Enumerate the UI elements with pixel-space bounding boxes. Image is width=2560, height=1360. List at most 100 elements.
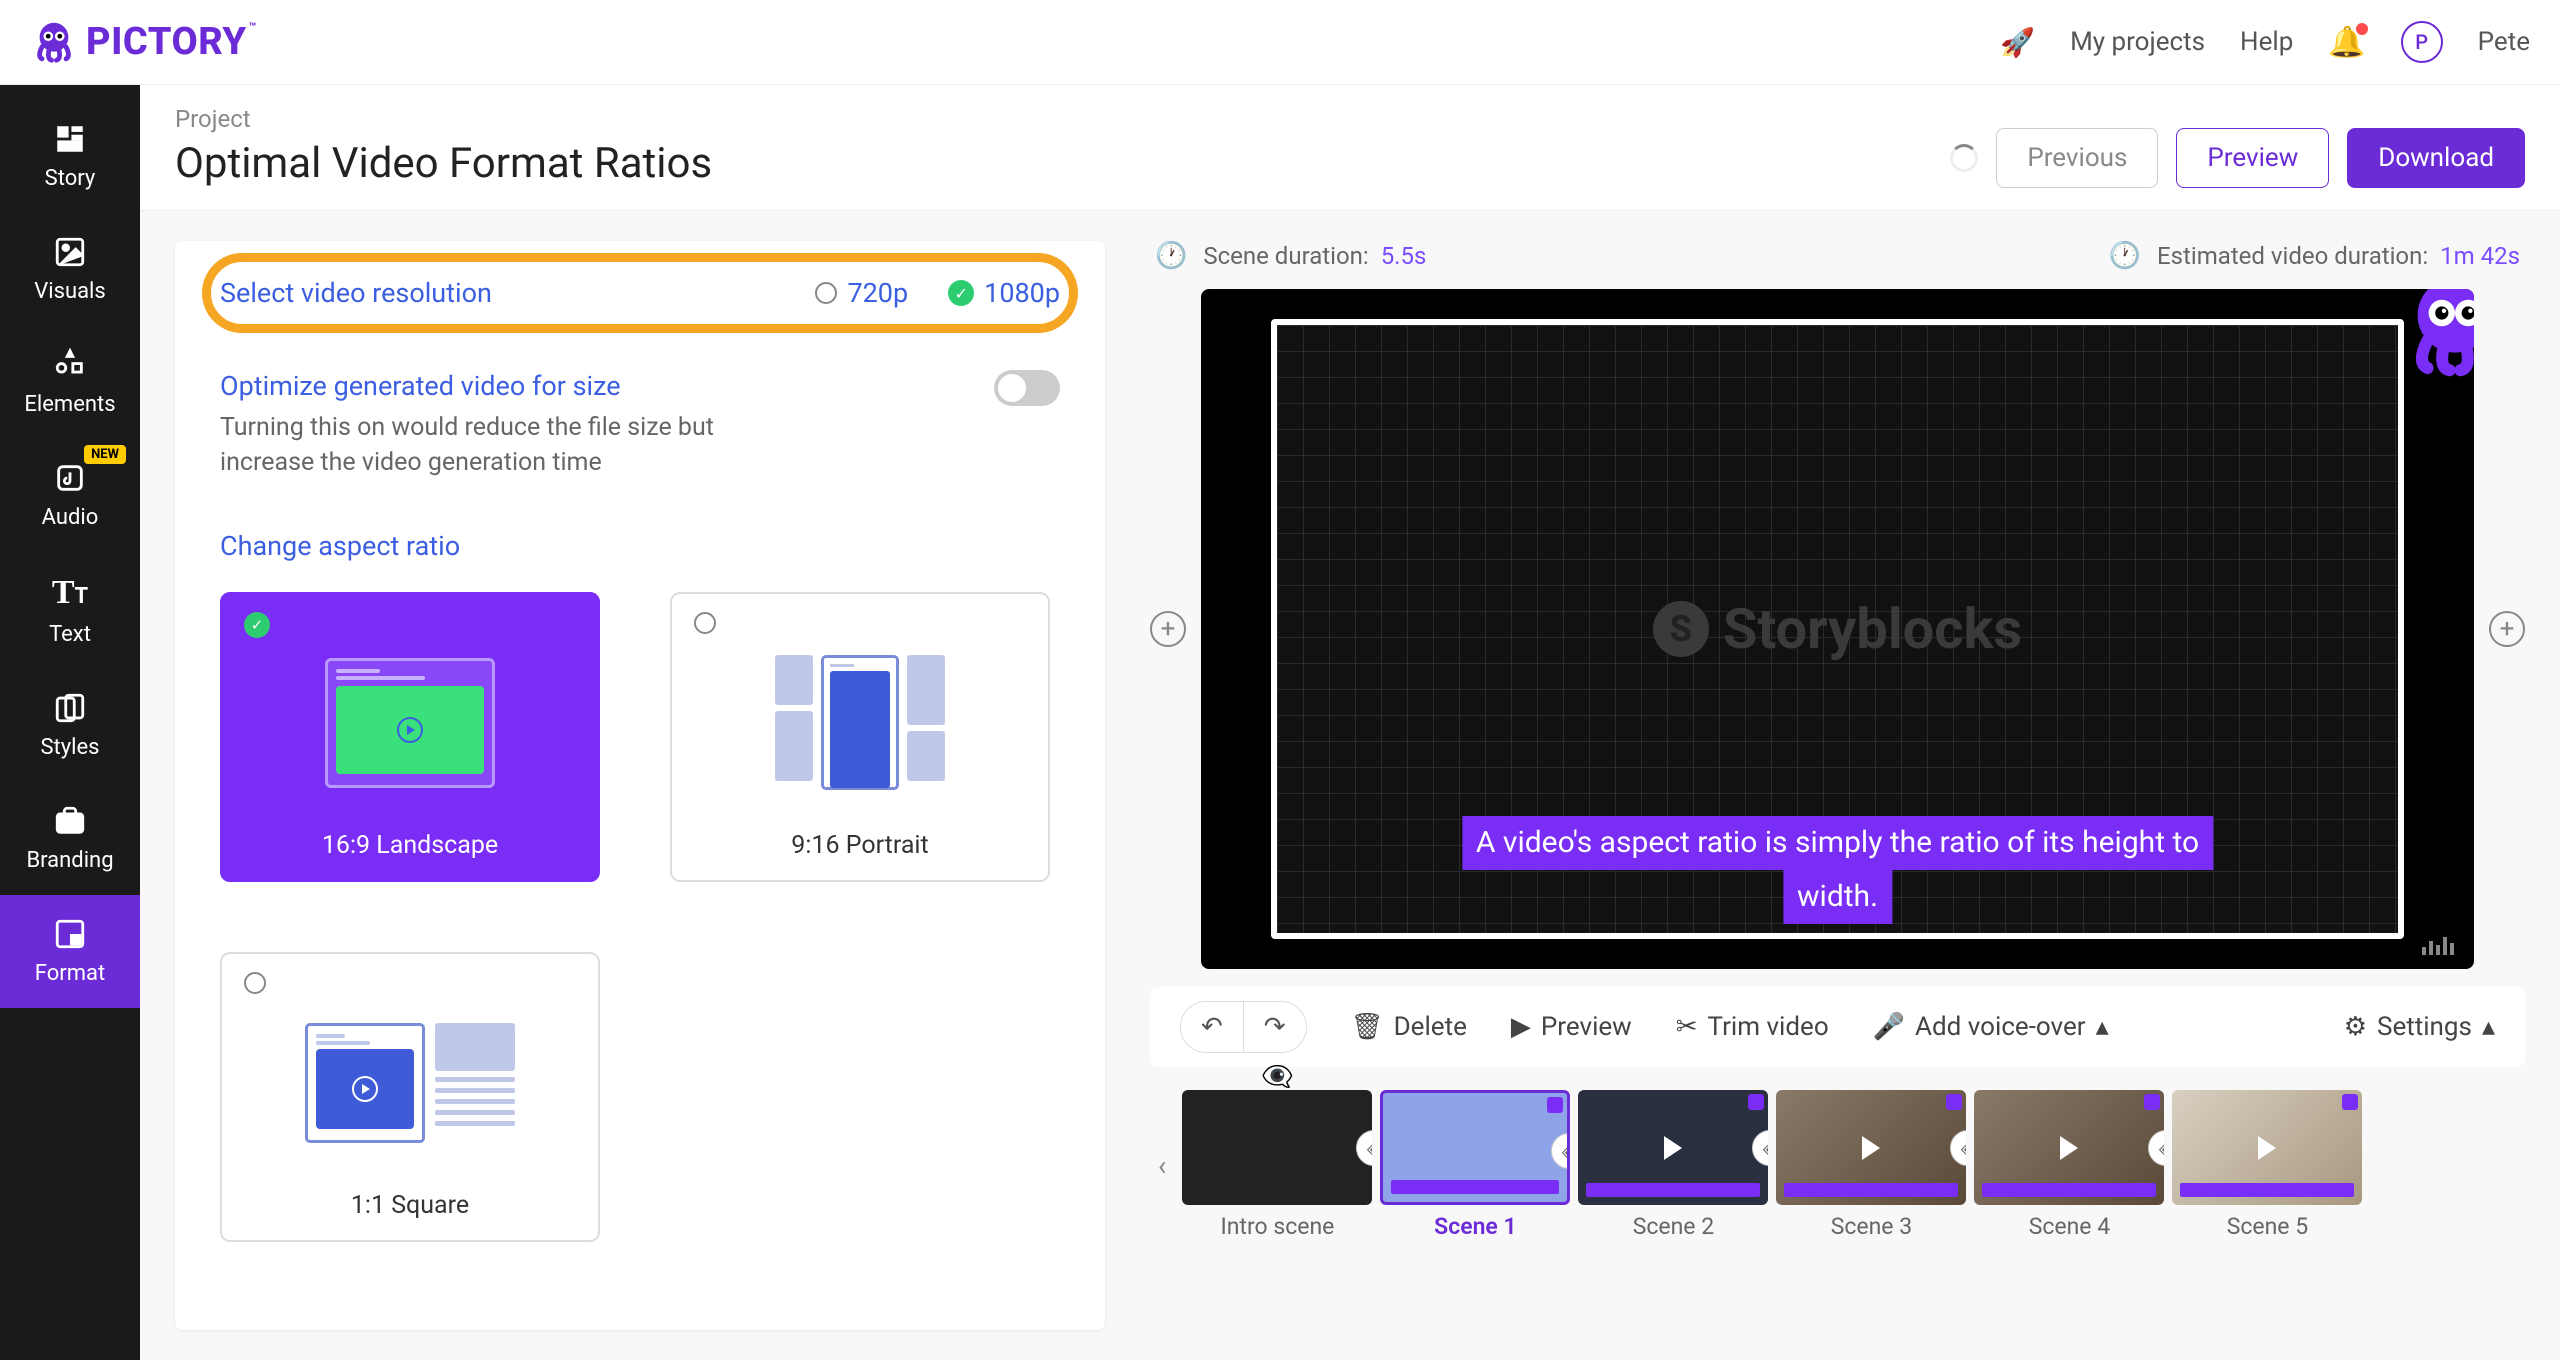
my-projects-link[interactable]: My projects bbox=[2070, 27, 2205, 57]
preview-area: 🕐 Scene duration: 5.5s 🕐 Estimated video… bbox=[1150, 241, 2525, 1330]
radio-unchecked-icon bbox=[815, 282, 837, 304]
scene-label: Scene 5 bbox=[2227, 1213, 2308, 1240]
sidebar-item-audio[interactable]: NEW Audio bbox=[0, 439, 140, 552]
layers-icon[interactable]: ◈ bbox=[1950, 1130, 1966, 1166]
sidebar-item-format[interactable]: Format bbox=[0, 895, 140, 1008]
sidebar: Story Visuals Elements NEW Audio TT Text… bbox=[0, 85, 140, 1360]
check-icon: ✓ bbox=[244, 612, 270, 638]
mic-icon: 🎤 bbox=[1873, 1012, 1905, 1042]
notification-dot bbox=[2356, 23, 2368, 35]
scissors-icon: ✂ bbox=[1676, 1012, 1698, 1042]
layers-icon[interactable]: ◈ bbox=[2148, 1130, 2164, 1166]
help-link[interactable]: Help bbox=[2240, 27, 2293, 57]
video-preview[interactable]: S Storyblocks A video's aspect ratio is … bbox=[1201, 289, 2474, 969]
sidebar-item-label: Format bbox=[35, 961, 105, 986]
scene-toolbar: ↶ ↷ 🗑Delete ▶Preview ✂Trim video 🎤Add vo… bbox=[1150, 987, 2525, 1067]
layers-icon[interactable]: ◈ bbox=[1551, 1133, 1570, 1169]
sidebar-item-label: Audio bbox=[42, 505, 99, 530]
add-scene-after-button[interactable]: + bbox=[2489, 611, 2525, 647]
sidebar-item-styles[interactable]: Styles bbox=[0, 669, 140, 782]
resolution-title: Select video resolution bbox=[220, 277, 492, 309]
settings-button[interactable]: ⚙Settings ▴ bbox=[2344, 1012, 2495, 1042]
scene-thumb-3[interactable]: ◈ Scene 3 bbox=[1776, 1090, 1966, 1240]
scene-thumb-2[interactable]: ◈ Scene 2 bbox=[1578, 1090, 1768, 1240]
project-title: Optimal Video Format Ratios bbox=[175, 139, 712, 188]
chevron-up-icon: ▴ bbox=[2096, 1012, 2109, 1042]
resolution-label: 720p bbox=[847, 277, 908, 309]
watermark-icon: S bbox=[1653, 601, 1709, 657]
square-illustration bbox=[305, 974, 515, 1191]
resolution-720p[interactable]: 720p bbox=[815, 277, 908, 309]
radio-unchecked-icon bbox=[694, 612, 716, 634]
scene-label: Intro scene bbox=[1220, 1213, 1334, 1240]
sidebar-item-label: Story bbox=[45, 166, 96, 191]
rocket-icon[interactable]: 🚀 bbox=[2000, 26, 2035, 59]
add-voiceover-button[interactable]: 🎤Add voice-over ▴ bbox=[1873, 1012, 2109, 1042]
avatar[interactable]: P bbox=[2401, 21, 2443, 63]
redo-button[interactable]: ↷ bbox=[1244, 1002, 1306, 1052]
aspect-1-1[interactable]: 1:1 Square bbox=[220, 952, 600, 1242]
sidebar-item-elements[interactable]: Elements bbox=[0, 326, 140, 439]
radio-checked-icon: ✓ bbox=[948, 280, 974, 306]
scene-label: Scene 1 bbox=[1434, 1213, 1517, 1240]
radio-unchecked-icon bbox=[244, 972, 266, 994]
sidebar-item-label: Elements bbox=[24, 392, 115, 417]
sidebar-item-visuals[interactable]: Visuals bbox=[0, 213, 140, 326]
sidebar-item-label: Branding bbox=[26, 848, 113, 873]
resolution-row: Select video resolution 720p ✓ 1080p bbox=[220, 271, 1060, 315]
sidebar-item-text[interactable]: TT Text bbox=[0, 552, 140, 669]
mascot-icon bbox=[2400, 289, 2474, 379]
sidebar-item-branding[interactable]: Branding bbox=[0, 782, 140, 895]
loading-spinner-icon bbox=[1950, 144, 1978, 172]
scene-thumb-4[interactable]: ◈ Scene 4 bbox=[1974, 1090, 2164, 1240]
sidebar-item-story[interactable]: Story bbox=[0, 100, 140, 213]
scene-thumb-intro[interactable]: 👁‍🗨 ◈ Intro scene bbox=[1182, 1090, 1372, 1240]
scenes-prev-button[interactable]: ‹ bbox=[1150, 1149, 1174, 1182]
elements-icon bbox=[53, 348, 87, 382]
sidebar-item-label: Visuals bbox=[34, 279, 106, 304]
logo[interactable]: PICTORY™ bbox=[30, 18, 257, 66]
aspect-ratio-title: Change aspect ratio bbox=[220, 530, 1060, 562]
caption-line-1: A video's aspect ratio is simply the rat… bbox=[1462, 816, 2213, 870]
optimize-toggle[interactable] bbox=[994, 370, 1060, 406]
resolution-1080p[interactable]: ✓ 1080p bbox=[948, 277, 1060, 309]
scene-duration: 🕐 Scene duration: 5.5s bbox=[1155, 241, 1426, 271]
layers-icon[interactable]: ◈ bbox=[1752, 1130, 1768, 1166]
play-icon: ▶ bbox=[1511, 1012, 1531, 1042]
scene-thumb-5[interactable]: Scene 5 bbox=[2172, 1090, 2362, 1240]
format-panel: Select video resolution 720p ✓ 1080p bbox=[175, 241, 1105, 1330]
toolbar-preview-button[interactable]: ▶Preview bbox=[1511, 1012, 1632, 1042]
undo-button[interactable]: ↶ bbox=[1181, 1002, 1244, 1052]
volume-indicator-icon bbox=[2422, 937, 2454, 955]
toggle-knob bbox=[998, 374, 1026, 402]
branding-icon bbox=[53, 804, 87, 838]
audio-icon bbox=[53, 461, 87, 495]
layers-icon[interactable]: ◈ bbox=[1356, 1130, 1372, 1166]
styles-icon bbox=[53, 691, 87, 725]
optimize-description: Turning this on would reduce the file si… bbox=[220, 410, 740, 480]
chevron-up-icon: ▴ bbox=[2482, 1012, 2495, 1042]
trash-icon: 🗑 bbox=[1351, 1012, 1384, 1042]
previous-button[interactable]: Previous bbox=[1996, 128, 2158, 188]
notifications-button[interactable]: 🔔 bbox=[2328, 25, 2365, 60]
resolution-label: 1080p bbox=[984, 277, 1060, 309]
caption-line-2: width. bbox=[1783, 870, 1892, 924]
trim-video-button[interactable]: ✂Trim video bbox=[1676, 1012, 1829, 1042]
scene-label: Scene 4 bbox=[2029, 1213, 2110, 1240]
aspect-label: 9:16 Portrait bbox=[791, 831, 928, 860]
new-badge: NEW bbox=[84, 445, 126, 464]
visuals-icon bbox=[53, 235, 87, 269]
scene-thumb-1[interactable]: ◈ Scene 1 bbox=[1380, 1090, 1570, 1240]
aspect-16-9[interactable]: ✓ 16:9 Landscape bbox=[220, 592, 600, 882]
sliders-icon: ⚙ bbox=[2344, 1012, 2367, 1042]
download-button[interactable]: Download bbox=[2347, 128, 2525, 188]
clock-icon: 🕐 bbox=[1155, 241, 1187, 271]
landscape-illustration bbox=[325, 614, 495, 831]
aspect-9-16[interactable]: 9:16 Portrait bbox=[670, 592, 1050, 882]
add-scene-before-button[interactable]: + bbox=[1150, 611, 1186, 647]
delete-button[interactable]: 🗑Delete bbox=[1351, 1012, 1467, 1042]
clock-icon: 🕐 bbox=[2109, 241, 2141, 271]
topbar: PICTORY™ 🚀 My projects Help 🔔 P Pete bbox=[0, 0, 2560, 85]
preview-button[interactable]: Preview bbox=[2176, 128, 2329, 188]
octopus-logo-icon bbox=[30, 18, 78, 66]
